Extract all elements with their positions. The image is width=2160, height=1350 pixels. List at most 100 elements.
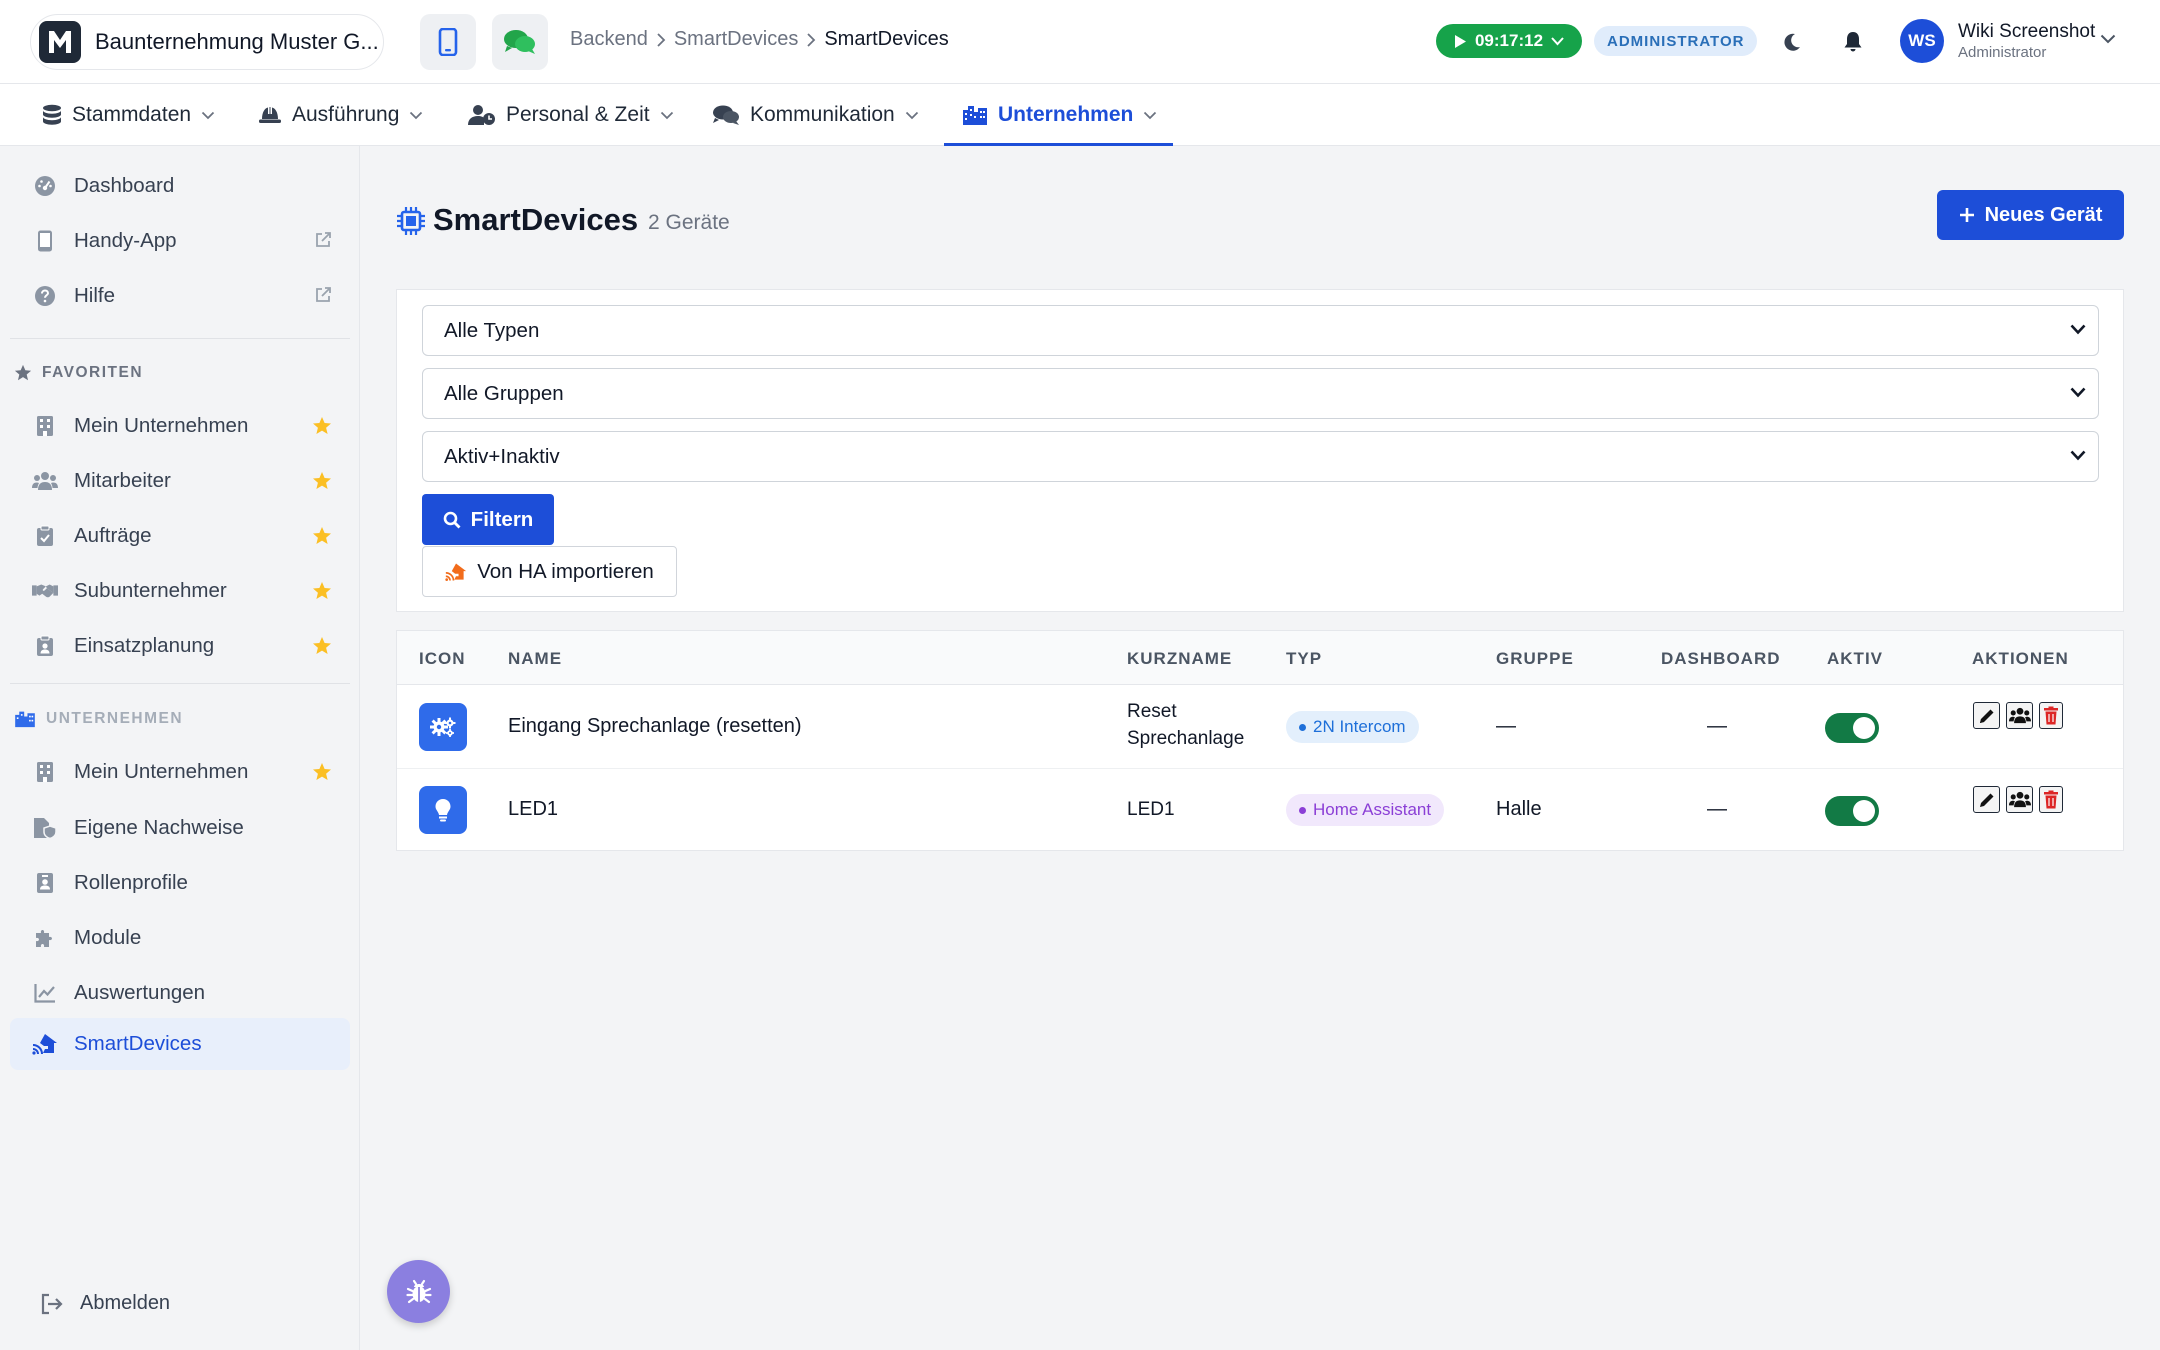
logout-button[interactable]: Abmelden [40, 1292, 170, 1315]
star-icon[interactable] [312, 526, 332, 546]
star-icon[interactable] [312, 471, 332, 491]
status-select[interactable]: Aktiv+Inaktiv [422, 431, 2099, 482]
search-icon [443, 511, 461, 529]
device-name[interactable]: LED1 [508, 798, 558, 821]
chevron-down-icon [905, 111, 919, 120]
dark-mode-toggle[interactable] [1776, 26, 1808, 58]
gears-icon [419, 703, 467, 751]
sidebar-item-mein-unternehmen[interactable]: Mein Unternehmen [10, 746, 350, 798]
sidebar-item-handy-app[interactable]: Handy-App [10, 215, 350, 267]
mobile-app-button[interactable] [420, 14, 476, 70]
device-shortname: Reset [1127, 701, 1177, 722]
breadcrumb-backend[interactable]: Backend [570, 28, 648, 51]
sidebar-fav-subunternehmer[interactable]: Subunternehmer [10, 565, 350, 617]
nav-unternehmen[interactable]: Unternehmen [944, 84, 1173, 146]
column-header-aktionen: AKTIONEN [1972, 649, 2069, 668]
star-icon[interactable] [312, 581, 332, 601]
active-toggle[interactable] [1825, 796, 1879, 826]
sidebar-item-auswertungen[interactable]: Auswertungen [10, 967, 350, 1019]
table-row[interactable]: Eingang Sprechanlage (resetten) Reset Sp… [397, 686, 2123, 769]
active-toggle[interactable] [1825, 713, 1879, 743]
timer-value: 09:17:12 [1474, 31, 1544, 50]
type-badge: Home Assistant [1286, 794, 1445, 826]
sidebar-item-label: Dashboard [74, 174, 175, 197]
pencil-icon [1978, 707, 1996, 725]
type-select[interactable]: Alle Typen [422, 305, 2099, 356]
sidebar-item-hilfe[interactable]: Hilfe [10, 270, 350, 322]
main-navigation: Stammdaten Ausführung Personal & Zeit Ko… [0, 84, 2160, 146]
sidebar-item-label: Module [74, 926, 142, 949]
bug-icon [405, 1278, 433, 1306]
delete-button[interactable] [2039, 702, 2063, 729]
users-icon [2008, 707, 2031, 724]
user-name[interactable]: Wiki Screenshot [1958, 21, 2095, 43]
avatar[interactable]: WS [1900, 19, 1944, 63]
comments-icon [712, 104, 740, 126]
nav-personal-zeit[interactable]: Personal & Zeit [468, 84, 674, 146]
new-device-button[interactable]: Neues Gerät [1937, 190, 2124, 240]
building-icon [32, 413, 58, 439]
sidebar-fav-einsatzplanung[interactable]: Einsatzplanung [10, 620, 350, 672]
top-header: Baunternehmung Muster G... Backend Smart… [0, 0, 2160, 84]
nav-label: Unternehmen [998, 103, 1134, 126]
nav-kommunikation[interactable]: Kommunikation [712, 84, 919, 146]
external-link-icon [314, 286, 332, 304]
sidebar-item-label: SmartDevices [74, 1032, 202, 1055]
table-row[interactable]: LED1 LED1 Home Assistant Halle — [397, 770, 2123, 851]
sidebar-item-label: Mein Unternehmen [74, 414, 249, 437]
sidebar-item-label: Eigene Nachweise [74, 816, 244, 839]
time-tracker-button[interactable]: 09:17:12 [1436, 24, 1582, 58]
chevron-right-icon [806, 32, 816, 47]
mobile-icon [32, 228, 58, 254]
bug-report-button[interactable] [387, 1260, 450, 1323]
import-ha-button[interactable]: Von HA importieren [422, 546, 677, 597]
edit-button[interactable] [1973, 786, 2000, 813]
sidebar-item-eigene-nachweise[interactable]: Eigene Nachweise [10, 802, 350, 854]
sidebar-fav-mein-unternehmen[interactable]: Mein Unternehmen [10, 400, 350, 452]
company-switcher[interactable]: Baunternehmung Muster G... [30, 14, 384, 70]
device-shortname: Sprechanlage [1127, 728, 1245, 749]
star-icon[interactable] [312, 636, 332, 656]
column-header-gruppe: GRUPPE [1496, 649, 1574, 668]
nav-ausfuehrung[interactable]: Ausführung [258, 84, 423, 146]
notifications-button[interactable] [1837, 26, 1869, 58]
column-header-typ: TYP [1286, 649, 1323, 668]
edit-button[interactable] [1973, 702, 2000, 729]
sidebar-item-smartdevices[interactable]: SmartDevices [10, 1018, 350, 1070]
filter-button[interactable]: Filtern [422, 494, 554, 545]
device-name[interactable]: Eingang Sprechanlage (resetten) [508, 715, 802, 738]
nav-label: Stammdaten [72, 103, 192, 126]
sidebar-item-label: Mein Unternehmen [74, 760, 249, 783]
chevron-down-icon [1143, 111, 1157, 120]
chevron-down-icon [660, 111, 674, 120]
sidebar-item-module[interactable]: Module [10, 912, 350, 964]
sidebar-fav-mitarbeiter[interactable]: Mitarbeiter [10, 455, 350, 507]
delete-button[interactable] [2039, 786, 2063, 813]
sidebar-item-dashboard[interactable]: Dashboard [10, 160, 350, 212]
star-icon[interactable] [312, 416, 332, 436]
chevron-down-icon[interactable] [2100, 34, 2116, 44]
star-icon[interactable] [312, 762, 332, 782]
puzzle-icon [32, 925, 58, 951]
users-icon [2008, 791, 2031, 808]
sidebar-item-label: Subunternehmer [74, 579, 227, 602]
sidebar-fav-auftraege[interactable]: Aufträge [10, 510, 350, 562]
breadcrumb-smartdevices[interactable]: SmartDevices [674, 28, 798, 51]
permissions-button[interactable] [2006, 702, 2033, 729]
page-title: SmartDevices [433, 202, 639, 237]
sidebar-item-label: Hilfe [74, 284, 116, 307]
external-link-icon [314, 231, 332, 249]
database-icon [42, 104, 62, 126]
chevron-down-icon [2070, 450, 2086, 461]
group-select[interactable]: Alle Gruppen [422, 368, 2099, 419]
chat-button[interactable] [492, 14, 548, 70]
user-clock-icon [468, 104, 496, 126]
device-shortname: LED1 [1127, 799, 1175, 820]
clipboard-icon [32, 523, 58, 549]
device-dashboard: — [1707, 798, 1727, 820]
nav-stammdaten[interactable]: Stammdaten [42, 84, 215, 146]
status-dot [1299, 806, 1306, 814]
permissions-button[interactable] [2006, 786, 2033, 813]
comments-icon [503, 28, 537, 56]
sidebar-item-rollenprofile[interactable]: Rollenprofile [10, 857, 350, 909]
